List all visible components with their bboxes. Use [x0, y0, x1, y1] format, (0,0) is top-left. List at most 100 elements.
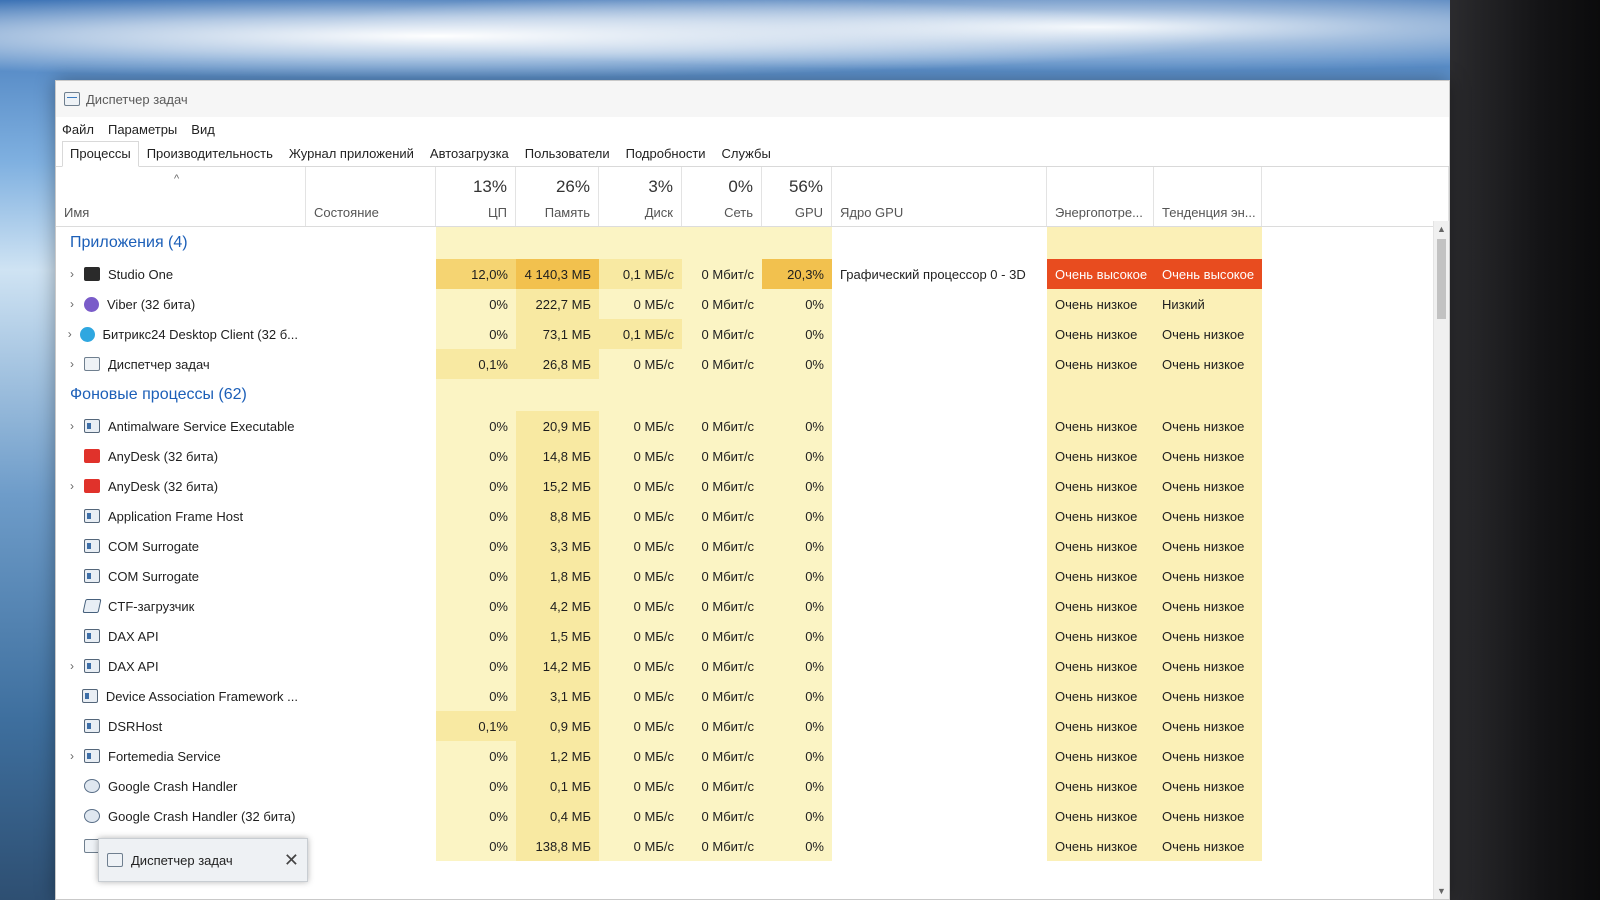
taskbar-preview[interactable]: Диспетчер задач ✕ [98, 838, 308, 882]
service-window-icon [84, 539, 100, 553]
network-cell: 0 Мбит/с [682, 681, 762, 711]
tab-startup[interactable]: Автозагрузка [422, 141, 517, 166]
table-row[interactable]: DSRHost 0,1% 0,9 МБ 0 МБ/с 0 Мбит/с 0% Очень н… [56, 711, 1449, 741]
menu-view[interactable]: Вид [191, 122, 215, 137]
disk-cell: 0 МБ/с [599, 771, 682, 801]
table-row[interactable]: Google Crash Handler 0% 0,1 МБ 0 МБ/с 0 Мбит… [56, 771, 1449, 801]
column-disk-header[interactable]: 3% Диск [599, 167, 682, 226]
chevron-right-icon[interactable]: › [64, 479, 80, 493]
table-row[interactable]: › AnyDesk (32 бита) 0% 15,2 МБ 0 МБ/с 0 Мбит/… [56, 471, 1449, 501]
power-usage-cell: Очень низкое [1047, 289, 1154, 319]
table-row[interactable]: › Studio One 12,0% 4 140,3 МБ 0,1 МБ/с 0 Мбит… [56, 259, 1449, 289]
table-row[interactable]: COM Surrogate 0% 1,8 МБ 0 МБ/с 0 Мбит/с 0% Оче… [56, 561, 1449, 591]
column-network-header[interactable]: 0% Сеть [682, 167, 762, 226]
disk-cell: 0 МБ/с [599, 531, 682, 561]
table-row[interactable]: Application Frame Host 0% 8,8 МБ 0 МБ/с 0 Мб… [56, 501, 1449, 531]
process-name: Studio One [108, 266, 174, 282]
power-trend-cell: Очень низкое [1154, 319, 1262, 349]
power-trend-cell: Очень низкое [1154, 621, 1262, 651]
disk-cell: 0 МБ/с [599, 831, 682, 861]
chevron-right-icon[interactable]: › [64, 267, 80, 281]
menu-file[interactable]: Файл [62, 122, 94, 137]
status-cell [306, 621, 436, 651]
column-power-trend-header[interactable]: Тенденция эн... [1154, 167, 1262, 226]
title-bar[interactable]: Диспетчер задач [56, 81, 1449, 117]
cpu-cell: 0% [436, 771, 516, 801]
power-usage-cell: Очень низкое [1047, 411, 1154, 441]
power-usage-cell: Очень низкое [1047, 651, 1154, 681]
table-row[interactable]: CTF-загрузчик 0% 4,2 МБ 0 МБ/с 0 Мбит/с 0% Оче… [56, 591, 1449, 621]
group-header[interactable]: Фоновые процессы (62) [56, 379, 1449, 411]
network-cell: 0 Мбит/с [682, 501, 762, 531]
chevron-right-icon[interactable]: › [64, 297, 80, 311]
cpu-cell: 0% [436, 651, 516, 681]
process-name: Application Frame Host [108, 508, 244, 524]
column-cpu-header[interactable]: 13% ЦП [436, 167, 516, 226]
chevron-right-icon[interactable]: › [64, 659, 80, 673]
scroll-thumb[interactable] [1437, 239, 1446, 319]
column-power-header[interactable]: Энергопотре... [1047, 167, 1154, 226]
tab-app-history[interactable]: Журнал приложений [281, 141, 422, 166]
row-spacer-cell [1262, 319, 1449, 349]
column-status-header[interactable]: Состояние [306, 167, 436, 226]
close-icon[interactable]: ✕ [284, 850, 299, 871]
service-window-icon [81, 689, 98, 703]
chevron-right-icon[interactable]: › [64, 357, 80, 371]
menu-options[interactable]: Параметры [108, 122, 177, 137]
tab-performance[interactable]: Производительность [139, 141, 281, 166]
table-row[interactable]: › Viber (32 бита) 0% 222,7 МБ 0 МБ/с 0 Мбит/с… [56, 289, 1449, 319]
scroll-up-icon[interactable]: ▲ [1434, 221, 1449, 237]
table-row[interactable]: Google Crash Handler (32 бита) 0% 0,4 МБ 0 … [56, 801, 1449, 831]
scroll-down-icon[interactable]: ▼ [1434, 883, 1449, 899]
chevron-right-icon[interactable]: › [64, 419, 80, 433]
tab-processes[interactable]: Процессы [62, 141, 139, 167]
gpu-cell: 0% [762, 441, 832, 471]
column-memory-header[interactable]: 26% Память [516, 167, 599, 226]
table-row[interactable]: › Битрикс24 Desktop Client (32 б... 0% 73,1… [56, 319, 1449, 349]
row-spacer-cell [1262, 711, 1449, 741]
gpu-cell: 20,3% [762, 259, 832, 289]
group-spacer-cell [762, 227, 832, 259]
network-cell: 0 Мбит/с [682, 831, 762, 861]
disk-cell: 0 МБ/с [599, 711, 682, 741]
process-name: CTF-загрузчик [108, 598, 195, 614]
column-gpu-header[interactable]: 56% GPU [762, 167, 832, 226]
gpu-engine-cell: Графический процессор 0 - 3D [840, 266, 1026, 282]
status-cell [306, 741, 436, 771]
group-spacer-cell [516, 227, 599, 259]
status-cell [306, 831, 436, 861]
table-row[interactable]: › Диспетчер задач 0,1% 26,8 МБ 0 МБ/с 0 Мбит/… [56, 349, 1449, 379]
memory-cell: 1,8 МБ [516, 561, 599, 591]
table-row[interactable]: COM Surrogate 0% 3,3 МБ 0 МБ/с 0 Мбит/с 0% Оче… [56, 531, 1449, 561]
service-window-icon [84, 419, 100, 433]
cpu-cell: 0% [436, 319, 516, 349]
power-usage-cell: Очень низкое [1047, 801, 1154, 831]
column-gpu-engine-header[interactable]: Ядро GPU [832, 167, 1047, 226]
status-cell [306, 441, 436, 471]
table-row[interactable]: › Fortemedia Service 0% 1,2 МБ 0 МБ/с 0 Мбит/… [56, 741, 1449, 771]
memory-cell: 0,1 МБ [516, 771, 599, 801]
tab-services[interactable]: Службы [714, 141, 779, 166]
power-trend-cell: Очень низкое [1154, 441, 1262, 471]
chevron-right-icon[interactable]: › [64, 327, 76, 341]
gpu-engine-cell [832, 349, 1047, 379]
group-header[interactable]: Приложения (4) [56, 227, 1449, 259]
table-row[interactable]: Device Association Framework ... 0% 3,1 МБ… [56, 681, 1449, 711]
vertical-scrollbar[interactable]: ▲ ▼ [1433, 221, 1449, 899]
power-trend-cell: Очень низкое [1154, 471, 1262, 501]
table-row[interactable]: AnyDesk (32 бита) 0% 14,8 МБ 0 МБ/с 0 Мбит/с… [56, 441, 1449, 471]
viber-icon [84, 296, 99, 312]
power-usage-cell: Очень низкое [1047, 711, 1154, 741]
status-cell [306, 591, 436, 621]
table-row[interactable]: DAX API 0% 1,5 МБ 0 МБ/с 0 Мбит/с 0% Очень низ… [56, 621, 1449, 651]
table-row[interactable]: › Antimalware Service Executable 0% 20,9 МБ… [56, 411, 1449, 441]
table-row[interactable]: › DAX API 0% 14,2 МБ 0 МБ/с 0 Мбит/с 0% Очень н… [56, 651, 1449, 681]
tab-users[interactable]: Пользователи [517, 141, 618, 166]
chevron-right-icon[interactable]: › [64, 749, 80, 763]
gpu-cell: 0% [762, 771, 832, 801]
tab-details[interactable]: Подробности [618, 141, 714, 166]
process-name-cell: › AnyDesk (32 бита) [56, 471, 306, 501]
column-name-header[interactable]: ^ Имя [56, 167, 306, 226]
column-spacer [1262, 167, 1449, 226]
process-name: DSRHost [108, 718, 163, 734]
